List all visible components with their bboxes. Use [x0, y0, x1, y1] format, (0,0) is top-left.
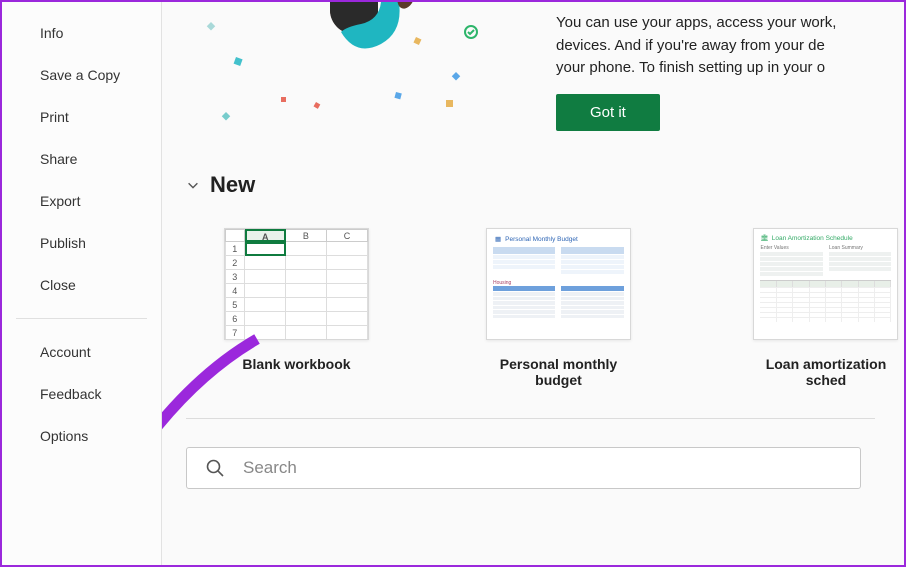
chevron-down-icon: [186, 178, 200, 192]
banner-illustration: [186, 2, 556, 132]
template-label: Blank workbook: [242, 356, 350, 372]
file-menu-sidebar: Info Save a Copy Print Share Export Publ…: [2, 2, 162, 565]
search-icon: [205, 458, 225, 478]
sidebar-item-share[interactable]: Share: [2, 138, 161, 180]
section-title: New: [210, 172, 255, 198]
template-thumb: ABC 1 2 3 4 5 6 7: [224, 228, 369, 340]
divider: [186, 418, 875, 419]
new-section-header[interactable]: New: [186, 172, 904, 198]
search-input[interactable]: [243, 458, 842, 478]
sidebar-item-account[interactable]: Account: [2, 331, 161, 373]
sidebar-item-info[interactable]: Info: [2, 12, 161, 54]
templates-row: ABC 1 2 3 4 5 6 7 Blank workbook ▦Person…: [186, 228, 904, 388]
banner-text-line: your phone. To finish setting up in your…: [556, 57, 904, 80]
template-blank-workbook[interactable]: ABC 1 2 3 4 5 6 7 Blank workbook: [224, 228, 369, 388]
template-label: Loan amortization sched: [748, 356, 904, 388]
template-personal-monthly-budget[interactable]: ▦Personal Monthly Budget Housing Persona…: [479, 228, 638, 388]
bank-icon: 🏛: [760, 234, 768, 242]
sidebar-item-print[interactable]: Print: [2, 96, 161, 138]
sidebar-item-close[interactable]: Close: [2, 264, 161, 306]
search-box[interactable]: [186, 447, 861, 489]
sidebar-item-options[interactable]: Options: [2, 415, 161, 457]
banner-text-line: devices. And if you're away from your de: [556, 35, 904, 58]
template-loan-amortization[interactable]: 🏛Loan Amortization Schedule Enter Values…: [748, 228, 904, 388]
template-thumb: ▦Personal Monthly Budget Housing: [486, 228, 631, 340]
template-label: Personal monthly budget: [479, 356, 638, 388]
calendar-icon: ▦: [495, 235, 501, 243]
sidebar-divider: [16, 318, 147, 319]
got-it-button[interactable]: Got it: [556, 94, 660, 131]
template-thumb: 🏛Loan Amortization Schedule Enter Values…: [753, 228, 898, 340]
main-panel: You can use your apps, access your work,…: [162, 2, 904, 565]
banner-text-line: You can use your apps, access your work,: [556, 12, 904, 35]
sidebar-item-publish[interactable]: Publish: [2, 222, 161, 264]
sidebar-item-export[interactable]: Export: [2, 180, 161, 222]
setup-banner: You can use your apps, access your work,…: [186, 2, 904, 132]
sidebar-item-save-a-copy[interactable]: Save a Copy: [2, 54, 161, 96]
sidebar-item-feedback[interactable]: Feedback: [2, 373, 161, 415]
